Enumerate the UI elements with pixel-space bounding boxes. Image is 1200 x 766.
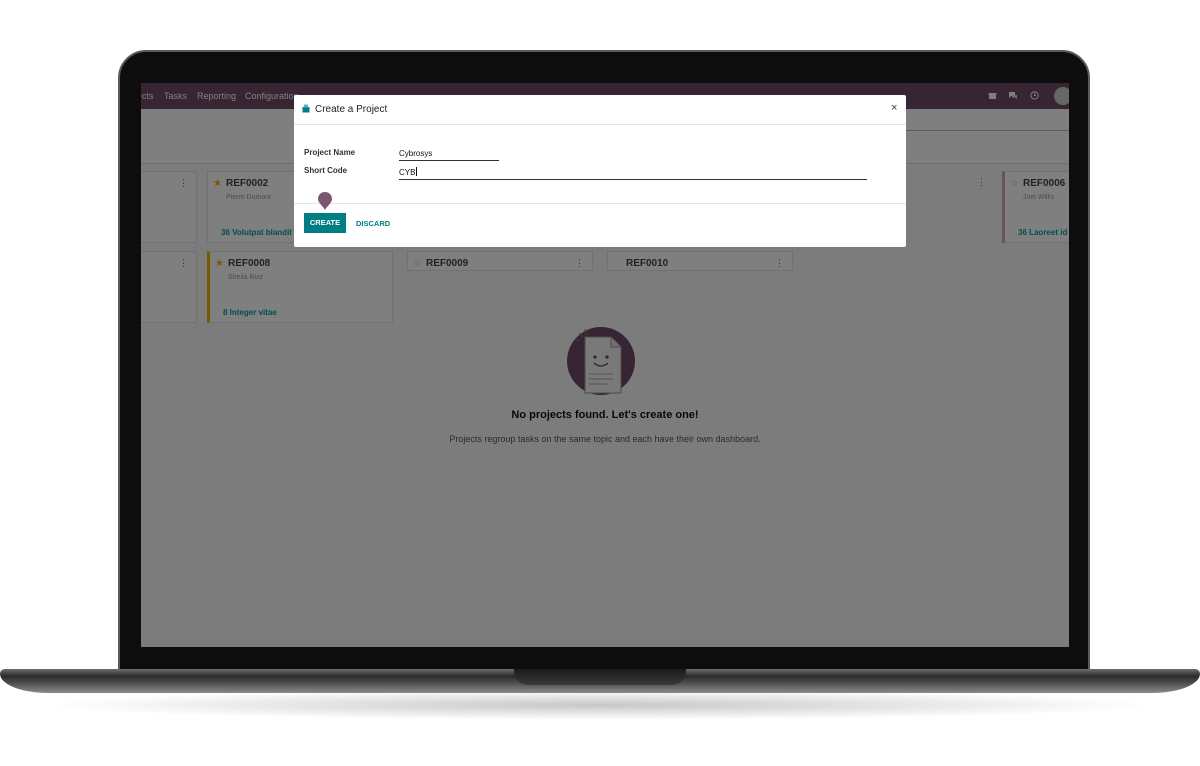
app-screen: ects Tasks Reporting Configuration ⋮ (141, 83, 1069, 647)
text-caret (416, 167, 418, 176)
laptop-shadow (40, 690, 1160, 720)
laptop-notch (514, 669, 686, 685)
dialog-title: Create a Project (315, 104, 388, 115)
app-logo-icon (302, 104, 310, 113)
close-icon[interactable]: × (891, 102, 897, 114)
project-name-label: Project Name (304, 148, 356, 157)
short-code-label: Short Code (304, 166, 348, 175)
short-code-input[interactable]: CYB (399, 167, 867, 180)
dialog-footer-divider (294, 203, 906, 204)
cursor-pin-icon (318, 192, 332, 210)
create-button[interactable]: CREATE (304, 213, 346, 233)
laptop-mockup: ects Tasks Reporting Configuration ⋮ (0, 0, 1200, 766)
project-name-input[interactable]: Cybrosys (399, 149, 499, 161)
dialog-header: Create a Project × (294, 95, 906, 125)
discard-button[interactable]: DISCARD (356, 219, 390, 228)
create-project-dialog: Create a Project × Project Name Cybrosys… (294, 95, 906, 247)
